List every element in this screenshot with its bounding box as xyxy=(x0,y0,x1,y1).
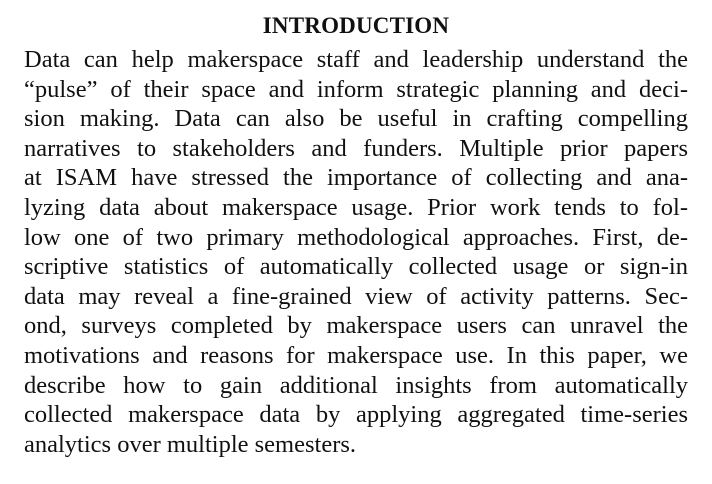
paragraph-line: sion making. Data can also be useful in … xyxy=(24,105,688,133)
paragraph-line: analytics over multiple semesters. xyxy=(24,430,357,458)
paragraph-line: scriptive statistics of automatically co… xyxy=(24,253,688,281)
paragraph-line: ond, surveys completed by makerspace use… xyxy=(24,312,688,340)
paragraph-line: motivations and reasons for makerspace u… xyxy=(24,341,688,369)
paragraph-line: lyzing data about makerspace usage. Prio… xyxy=(24,193,688,221)
introduction-paragraph: Data can help makerspace staff and leade… xyxy=(24,45,688,459)
paper-page: INTRODUCTION Data can help makerspace st… xyxy=(0,0,712,484)
paragraph-line: collected makerspace data by applying ag… xyxy=(24,401,688,429)
section-heading: INTRODUCTION xyxy=(262,13,450,38)
paragraph-line: Data can help makerspace staff and leade… xyxy=(24,46,688,73)
paragraph-line: at ISAM have stressed the importance of … xyxy=(24,164,688,192)
paragraph-line: data may reveal a fine-grained view of a… xyxy=(24,282,688,310)
paragraph-line: low one of two primary methodological ap… xyxy=(24,223,688,251)
paragraph-line: describe how to gain additional insights… xyxy=(24,371,688,399)
paragraph-line: “pulse” of their space and inform strate… xyxy=(24,75,688,103)
paragraph-line: narratives to stakeholders and funders. … xyxy=(24,134,688,162)
